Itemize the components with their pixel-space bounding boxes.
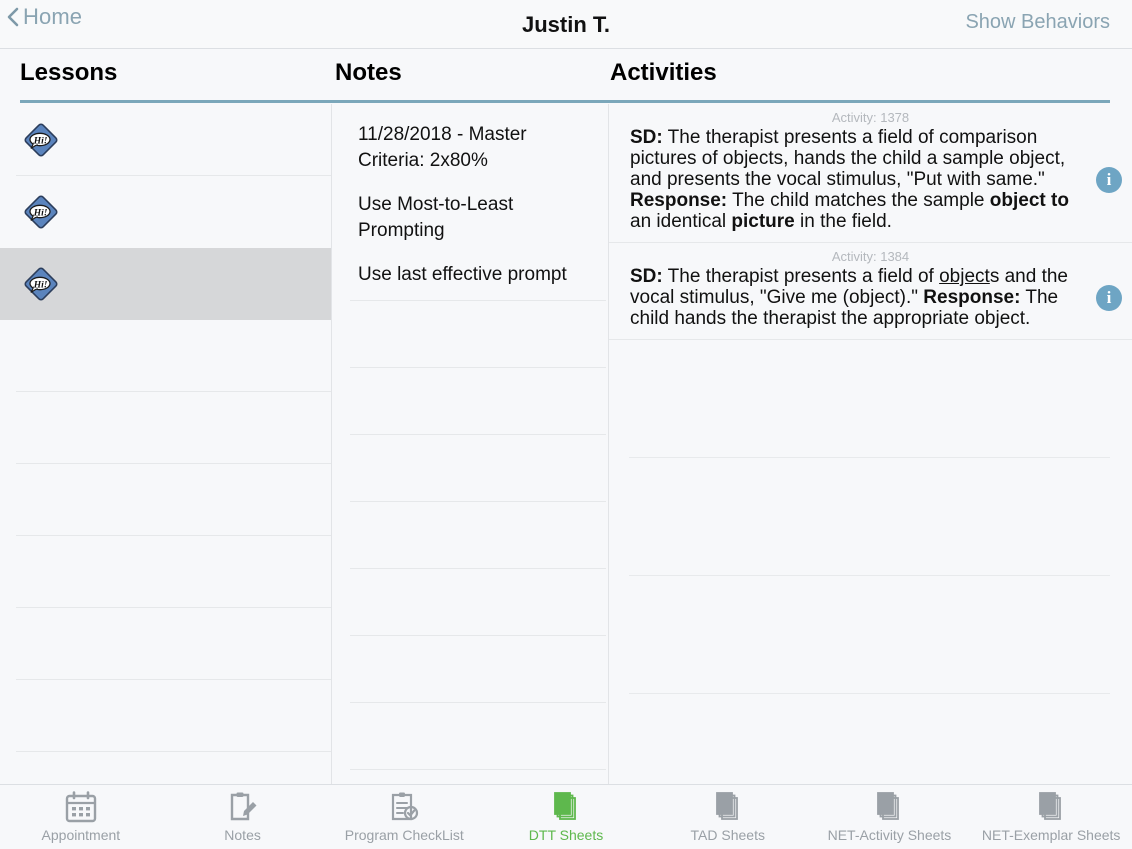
tab-net-activity-sheets[interactable]: NET-Activity Sheets [809, 785, 971, 849]
lessons-empty-row [0, 464, 331, 536]
column-header-notes: Notes [335, 59, 402, 86]
header-divider-rule [20, 100, 1110, 103]
column-header-activities: Activities [610, 59, 717, 86]
activity-description: SD: The therapist presents a field of co… [630, 127, 1069, 232]
content-columns: Hi! Hi! Hi! 11/28/2018 - Master Criteria… [0, 104, 1132, 784]
notes-empty-rows [332, 301, 608, 784]
tab-dtt-sheets[interactable]: DTT Sheets [485, 785, 647, 849]
tab-appointment[interactable]: Appointment [0, 785, 162, 849]
notes-card[interactable]: 11/28/2018 - Master Criteria: 2x80% Use M… [350, 108, 606, 301]
note-line: Use last effective prompt [358, 264, 567, 285]
show-behaviors-button[interactable]: Show Behaviors [965, 11, 1110, 34]
activities-list: Activity: 1378 SD: The therapist presents… [609, 104, 1132, 694]
lesson-item-objects[interactable]: Hi! [0, 248, 331, 320]
tab-label: TAD Sheets [690, 827, 765, 843]
notes-empty-row [332, 368, 608, 435]
notes-column[interactable]: 11/28/2018 - Master Criteria: 2x80% Use M… [332, 104, 609, 784]
lesson-item-actions[interactable]: Hi! [0, 104, 331, 176]
info-circle-icon: i [1096, 166, 1122, 193]
svg-text:Hi!: Hi! [33, 136, 48, 146]
activities-empty-row [609, 458, 1132, 576]
lessons-empty-row [0, 536, 331, 608]
chevron-left-icon [6, 6, 20, 28]
lessons-empty-row [0, 392, 331, 464]
note-line: Use Most-to-Least Prompting [358, 194, 514, 241]
activity-id-label: Activity: 1384 [831, 249, 910, 264]
notes-empty-row [332, 770, 608, 784]
lesson-item-body-parts[interactable]: Hi! [0, 176, 331, 248]
tab-net-exemplar-sheets[interactable]: NET-Exemplar Sheets [970, 785, 1132, 849]
activities-empty-row [609, 576, 1132, 694]
tab-label: Notes [224, 827, 261, 843]
hi-speech-bubble-diamond-icon: Hi! [22, 193, 60, 231]
activity-id-label: Activity: 1378 [831, 110, 910, 125]
lessons-empty-row [0, 680, 331, 752]
activity-body: SD: The therapist presents a field of ob… [609, 266, 1132, 329]
row-separator [16, 751, 331, 752]
tab-label: Program CheckList [344, 827, 464, 843]
svg-text:Hi!: Hi! [33, 208, 48, 218]
tab-label: DTT Sheets [528, 827, 604, 843]
tab-tad-sheets[interactable]: TAD Sheets [647, 785, 809, 849]
lessons-empty-row [0, 608, 331, 680]
activity-info-button[interactable]: i [1086, 166, 1132, 193]
hi-speech-bubble-diamond-icon: Hi! [22, 121, 60, 159]
column-header-lessons: Lessons [20, 59, 118, 86]
tab-label: NET-Activity Sheets [827, 827, 952, 843]
notes-empty-row [332, 636, 608, 703]
activities-column[interactable]: Activity: 1378 SD: The therapist presents… [609, 104, 1132, 784]
tab-label: Appointment [41, 827, 121, 843]
top-navigation-bar: Home Justin T. Show Behaviors [0, 0, 1132, 49]
activity-description: SD: The therapist presents a field of ob… [630, 266, 1068, 329]
notes-empty-row [332, 301, 608, 368]
info-circle-icon: i [1096, 284, 1122, 311]
bottom-tab-bar: Appointment Notes Program CheckList DTT … [0, 784, 1132, 849]
hi-speech-bubble-diamond-icon: Hi! [22, 265, 60, 303]
notes-empty-row [332, 435, 608, 502]
tab-label: NET-Exemplar Sheets [981, 827, 1121, 843]
tab-program-checklist[interactable]: Program CheckList [323, 785, 485, 849]
activity-row[interactable]: Activity: 1378 SD: The therapist presents… [609, 104, 1132, 243]
back-home-label: Home [23, 4, 83, 29]
row-separator [629, 693, 1110, 694]
stacked-sheets-icon [1032, 789, 1070, 825]
back-home-button[interactable]: Home [6, 4, 82, 30]
stacked-sheets-icon [870, 789, 908, 825]
lessons-empty-row [0, 320, 331, 392]
activities-empty-row [609, 340, 1132, 458]
svg-text:Hi!: Hi! [33, 280, 48, 290]
lessons-list: Hi! Hi! Hi! [0, 104, 331, 752]
lessons-column[interactable]: Hi! Hi! Hi! [0, 104, 332, 784]
stacked-sheets-icon [547, 789, 585, 825]
notes-empty-row [332, 703, 608, 770]
clipboard-check-icon [385, 789, 423, 825]
notes-empty-row [332, 502, 608, 569]
column-headers: Lessons Notes Activities [0, 49, 1132, 102]
stacked-sheets-icon [709, 789, 747, 825]
activity-body: SD: The therapist presents a field of co… [609, 127, 1132, 232]
activity-info-button[interactable]: i [1086, 284, 1132, 311]
clipboard-pencil-icon [224, 789, 262, 825]
notes-empty-row [332, 569, 608, 636]
note-line: 11/28/2018 - Master Criteria: 2x80% [358, 124, 527, 171]
activity-row[interactable]: Activity: 1384 SD: The therapist presents… [609, 243, 1132, 340]
page-title: Justin T. [521, 11, 610, 37]
calendar-icon [62, 789, 100, 825]
tab-notes[interactable]: Notes [162, 785, 324, 849]
